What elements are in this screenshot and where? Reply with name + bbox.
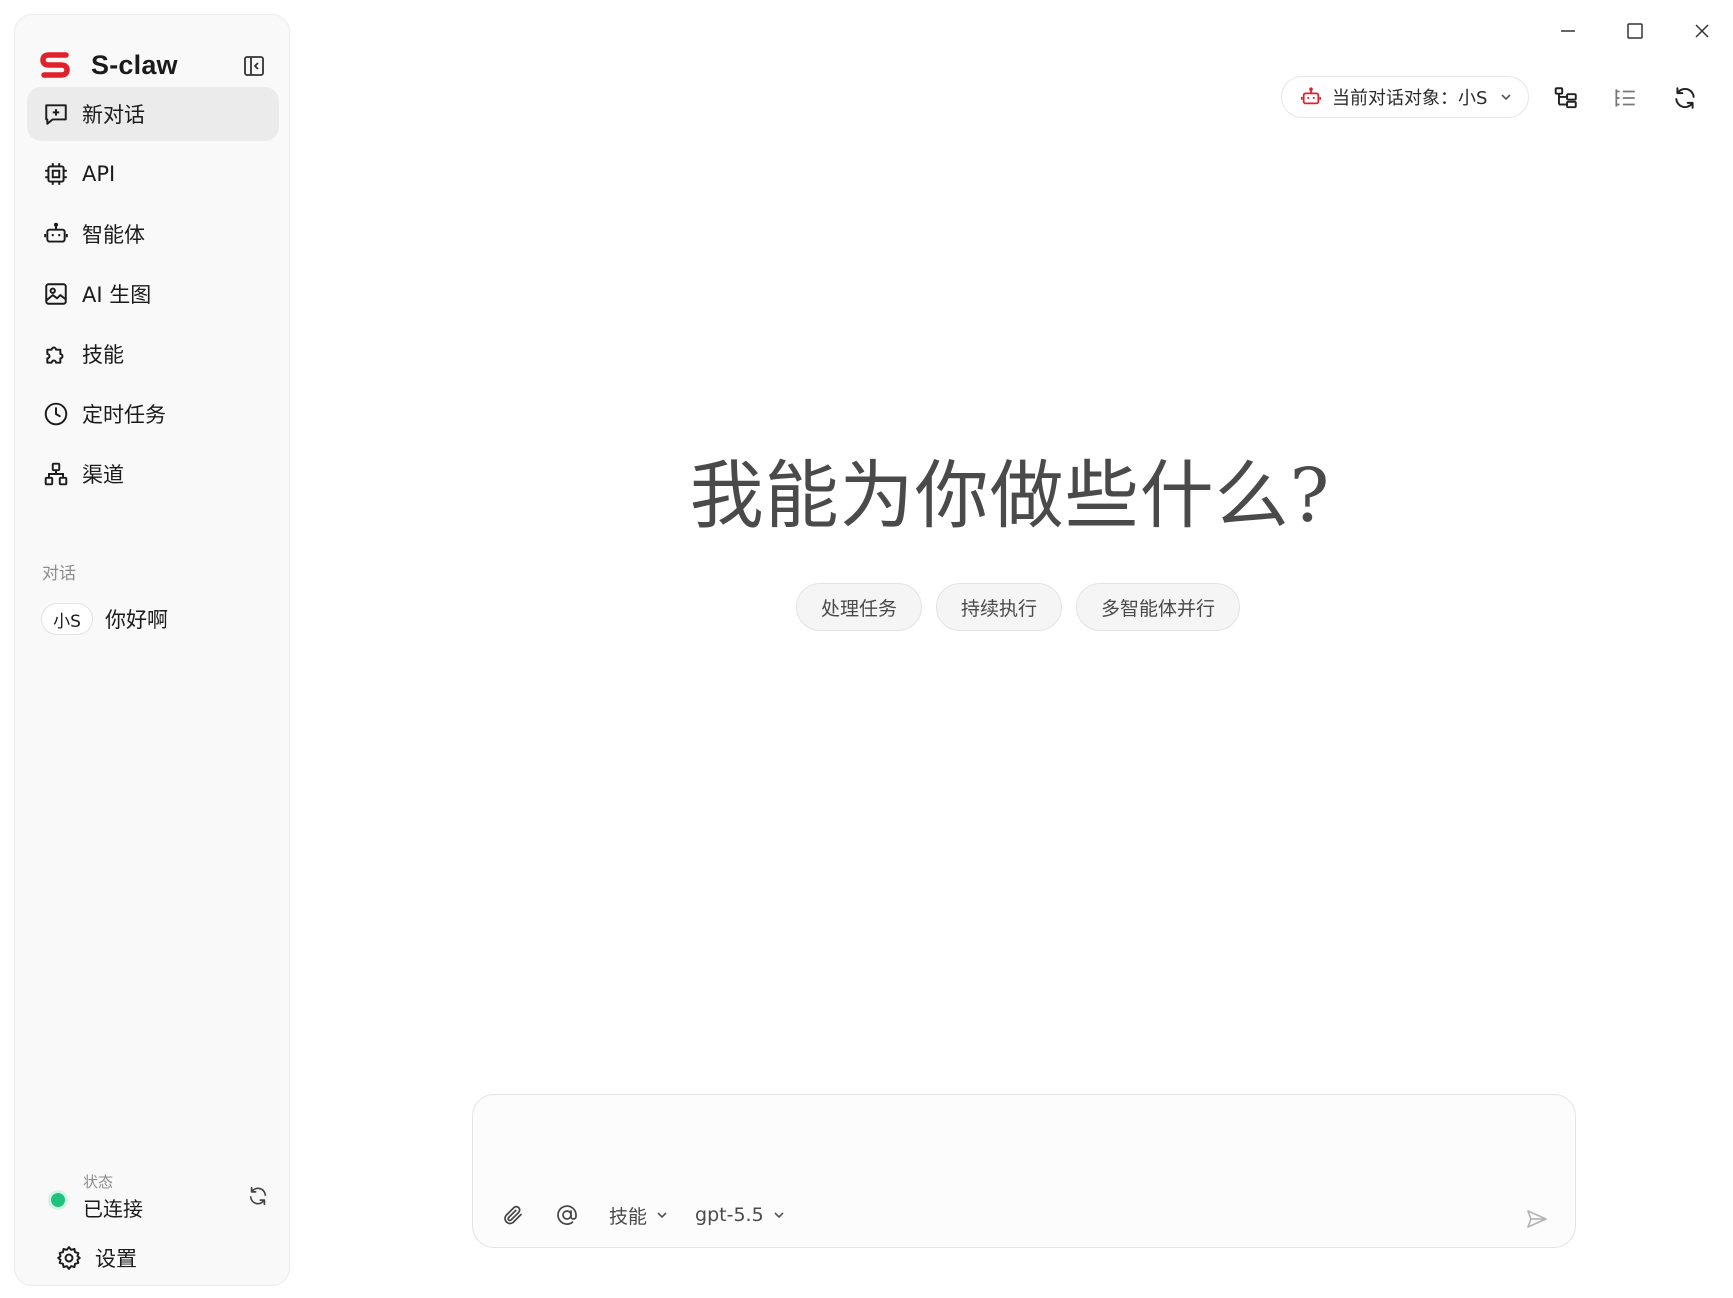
chevron-down-icon <box>774 1212 784 1219</box>
sidebar-item-agents[interactable]: 智能体 <box>27 207 279 261</box>
app-name: S-claw <box>91 49 178 80</box>
refresh-button[interactable] <box>1667 80 1703 116</box>
suggestion-chips: 处理任务 持续执行 多智能体并行 <box>796 583 1241 631</box>
puzzle-icon <box>42 340 70 368</box>
refresh-icon <box>249 1186 267 1206</box>
attach-button[interactable] <box>501 1195 525 1235</box>
status-value: 已连接 <box>83 1197 143 1221</box>
model-dropdown[interactable]: gpt-5.5 <box>695 1195 786 1235</box>
minimize-icon <box>1561 30 1575 32</box>
paperclip-icon <box>504 1205 522 1225</box>
connection-status: 状态 已连接 <box>39 1169 275 1223</box>
mention-button[interactable] <box>555 1195 579 1235</box>
app-window: S-claw 新对话 API 智能体 AI 生图 技能 定时任务 渠道 对话 小… <box>0 0 1733 1298</box>
agent-badge: 小S <box>41 603 93 635</box>
status-refresh-button[interactable] <box>243 1181 273 1211</box>
composer-toolbar: 技能 gpt-5.5 <box>501 1195 786 1235</box>
sidebar-item-channels[interactable]: 渠道 <box>27 447 279 501</box>
outline-list-button[interactable] <box>1607 80 1643 116</box>
sidebar: S-claw 新对话 API 智能体 AI 生图 技能 定时任务 渠道 对话 小… <box>14 14 290 1286</box>
sidebar-nav: 新对话 API 智能体 AI 生图 技能 定时任务 渠道 <box>27 87 279 507</box>
chevron-down-icon <box>657 1212 667 1219</box>
hero-title: 我能为你做些什么? <box>689 453 1331 539</box>
sidebar-collapse-button[interactable] <box>239 51 269 81</box>
robot-icon <box>1300 87 1322 105</box>
robot-icon <box>42 220 70 248</box>
chip-multi-agent-parallel[interactable]: 多智能体并行 <box>1076 583 1241 631</box>
message-input[interactable] <box>497 1113 1553 1183</box>
sidebar-item-label: 智能体 <box>82 223 145 247</box>
chevron-down-icon <box>1501 94 1512 101</box>
send-icon <box>1527 1210 1547 1228</box>
sidebar-item-scheduled-tasks[interactable]: 定时任务 <box>27 387 279 441</box>
sidebar-item-label: 渠道 <box>82 463 124 487</box>
network-icon <box>42 460 70 488</box>
conversation-title: 你好啊 <box>105 608 168 632</box>
sidebar-item-ai-image[interactable]: AI 生图 <box>27 267 279 321</box>
conversation-item[interactable]: 小S 你好啊 <box>39 597 275 641</box>
sidebar-item-skills[interactable]: 技能 <box>27 327 279 381</box>
refresh-icon <box>1675 87 1695 109</box>
status-indicator <box>51 1193 65 1207</box>
sidebar-item-label: API <box>82 162 116 186</box>
sidebar-item-label: AI 生图 <box>82 283 152 307</box>
sidebar-item-label: 定时任务 <box>82 403 166 427</box>
s-claw-logo-icon <box>39 49 71 81</box>
tree-view-icon <box>1554 87 1577 109</box>
sidebar-item-label: 技能 <box>82 343 124 367</box>
new-chat-icon <box>42 100 70 128</box>
skills-dropdown[interactable]: 技能 <box>609 1195 669 1235</box>
outline-list-icon <box>1615 89 1635 107</box>
send-button[interactable] <box>1519 1201 1555 1237</box>
image-icon <box>42 280 70 308</box>
maximize-button[interactable] <box>1615 14 1655 48</box>
clock-icon <box>42 400 70 428</box>
settings-button[interactable]: 设置 <box>41 1235 271 1281</box>
model-dropdown-label: gpt-5.5 <box>695 1204 764 1226</box>
conversation-target-selector[interactable]: 当前对话对象：小S <box>1281 76 1529 118</box>
gear-icon <box>55 1244 83 1272</box>
conversation-target-label: 当前对话对象：小S <box>1332 88 1488 109</box>
sidebar-item-new-chat[interactable]: 新对话 <box>27 87 279 141</box>
sidebar-collapse-icon <box>244 56 264 76</box>
minimize-button[interactable] <box>1548 14 1588 48</box>
status-caption: 状态 <box>83 1173 114 1191</box>
chip-process-task[interactable]: 处理任务 <box>796 583 923 631</box>
close-button[interactable] <box>1682 14 1722 48</box>
conversations-section-label: 对话 <box>42 564 76 584</box>
message-composer: 技能 gpt-5.5 <box>472 1094 1576 1248</box>
at-icon <box>557 1205 577 1225</box>
sidebar-item-api[interactable]: API <box>27 147 279 201</box>
brand: S-claw <box>39 41 178 89</box>
sidebar-item-label: 新对话 <box>82 103 145 127</box>
skills-dropdown-label: 技能 <box>609 1205 648 1228</box>
settings-label: 设置 <box>95 1247 137 1271</box>
maximize-icon <box>1627 23 1643 39</box>
chip-continuous-execution[interactable]: 持续执行 <box>936 583 1063 631</box>
close-icon <box>1695 24 1709 38</box>
chip-icon <box>42 160 70 188</box>
tree-view-button[interactable] <box>1548 80 1584 116</box>
